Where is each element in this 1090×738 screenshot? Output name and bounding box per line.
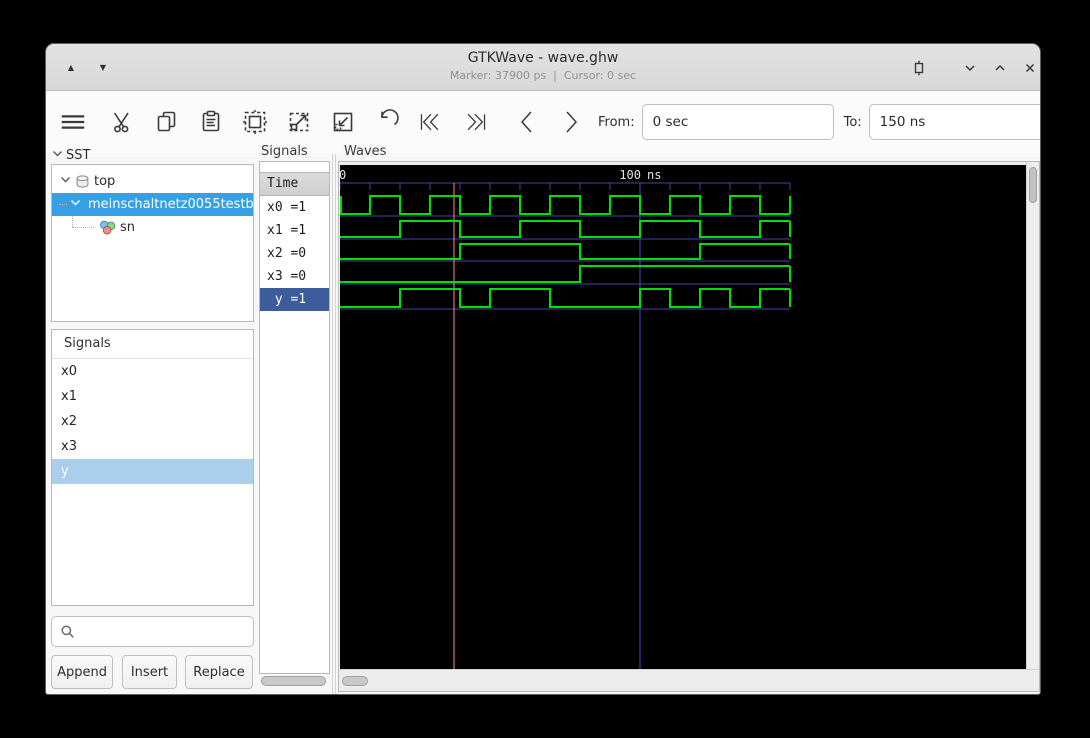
zoom-out-icon (333, 112, 353, 132)
tree-item-label: meinschaltnetz0055testb (88, 197, 253, 212)
titlebar: ▲ ▼ GTKWave - wave.ghw Marker: 37900 ps … (46, 44, 1040, 91)
skip-to-end-button[interactable] (462, 109, 488, 135)
cut-button[interactable] (110, 109, 136, 135)
chevron-up-icon (995, 64, 1005, 71)
chevron-up-button[interactable] (989, 57, 1011, 79)
menu-icon (61, 115, 85, 129)
expander-icon[interactable] (60, 174, 71, 189)
waves-hscrollbar[interactable] (339, 669, 1039, 691)
skip-to-start-button[interactable] (418, 109, 444, 135)
signal-list-item[interactable]: y (52, 459, 253, 484)
window-title: GTKWave - wave.ghw (467, 50, 619, 66)
wave-trace-x1 (340, 220, 790, 238)
zoom-fit-icon (242, 109, 268, 135)
copy-button[interactable] (154, 109, 180, 135)
append-button[interactable]: Append (51, 655, 113, 689)
copy-icon (157, 111, 176, 132)
desktop: { "window": { "title": "GTKWave - wave.g… (0, 0, 1090, 738)
axis-unit-label: ns (647, 168, 661, 182)
pane-splitter[interactable] (335, 154, 336, 694)
signal-value-row[interactable]: x3 =0 (260, 265, 329, 288)
step-right-icon (566, 111, 578, 133)
search-icon (61, 625, 74, 638)
waves-vscrollbar-thumb[interactable] (1029, 167, 1037, 203)
sst-tree: top meinschaltnetz0055testb sn (51, 164, 254, 322)
chevron-down-button[interactable] (959, 57, 981, 79)
signal-value-row[interactable]: y =1 (260, 288, 329, 311)
tree-item-sn[interactable]: sn (52, 216, 253, 239)
chevron-down-icon (965, 65, 975, 72)
values-hscrollbar-thumb[interactable] (261, 676, 326, 686)
cut-icon (113, 112, 129, 133)
marker-cursor-status: Marker: 37900 ps | Cursor: 0 sec (449, 69, 637, 82)
components-icon (100, 220, 116, 235)
tree-item-label: top (94, 174, 116, 189)
fullscreen-button[interactable] (908, 57, 930, 79)
from-label: From: (598, 114, 635, 130)
undo-button[interactable] (374, 109, 400, 135)
time-header[interactable]: Time (260, 172, 329, 196)
waves-panel: 0 100 ns (338, 161, 1040, 692)
axis-major-tick-label: 100 (619, 168, 641, 182)
skip-to-end-icon (467, 113, 486, 131)
tree-guide (59, 204, 67, 205)
step-left-icon (520, 111, 532, 133)
zoom-in-button[interactable] (286, 109, 312, 135)
waves-hscrollbar-thumb[interactable] (342, 676, 368, 686)
values-frame-label: Signals (259, 145, 312, 159)
pane-splitter[interactable] (332, 154, 333, 694)
module-icon (76, 175, 89, 188)
signal-values-panel: Time x0 =1 x1 =1 x2 =0 x3 =0 y =1 (259, 161, 330, 674)
signal-list-item[interactable]: x2 (52, 409, 253, 434)
zoom-out-button[interactable] (330, 109, 356, 135)
step-right-button[interactable] (558, 109, 584, 135)
wave-trace-x3 (340, 265, 790, 283)
signal-list-item[interactable]: x0 (52, 359, 253, 384)
tree-guide (72, 227, 94, 228)
expander-icon[interactable] (70, 197, 81, 212)
close-button[interactable] (1019, 57, 1040, 79)
sst-header-label: SST (66, 148, 91, 163)
fullscreen-icon (914, 60, 924, 76)
replace-button[interactable]: Replace (185, 655, 253, 689)
waves-frame-label: Waves (342, 145, 391, 159)
signal-value-row[interactable]: x2 =0 (260, 242, 329, 265)
signal-list-item[interactable]: x1 (52, 384, 253, 409)
signal-value-row[interactable]: x1 =1 (260, 219, 329, 242)
step-left-button[interactable] (514, 109, 540, 135)
gtkwave-window: ▲ ▼ GTKWave - wave.ghw Marker: 37900 ps … (45, 43, 1041, 695)
wave-trace-x0 (340, 195, 790, 215)
zoom-fit-button[interactable] (242, 109, 268, 135)
tree-item-top[interactable]: top (52, 170, 253, 193)
menu-button[interactable] (60, 109, 86, 135)
axis-origin-label: 0 (340, 168, 346, 182)
wave-trace-x2 (340, 243, 790, 260)
paste-button[interactable] (198, 109, 224, 135)
toolbar: From: To: (46, 91, 1040, 153)
paste-icon (202, 110, 220, 132)
wave-trace-y (340, 288, 790, 308)
signal-list-item[interactable]: x3 (52, 434, 253, 459)
signal-search-box[interactable] (51, 616, 254, 647)
chevron-down-icon (52, 148, 63, 163)
signal-list-header[interactable]: Signals (52, 330, 253, 359)
zoom-in-icon (289, 112, 309, 132)
undo-icon (381, 109, 399, 126)
tree-item-label: sn (120, 220, 136, 235)
sst-expander[interactable]: SST (52, 148, 90, 163)
close-icon (1025, 63, 1035, 73)
signal-search-list: Signals x0 x1 x2 x3 y (51, 329, 254, 606)
insert-button[interactable]: Insert (122, 655, 177, 689)
from-input[interactable] (641, 104, 834, 140)
tree-item-testbench[interactable]: meinschaltnetz0055testb (52, 193, 253, 216)
search-input[interactable] (81, 623, 245, 640)
skip-to-start-icon (420, 113, 439, 131)
signal-value-row[interactable]: x0 =1 (260, 196, 329, 219)
wave-canvas[interactable]: 0 100 ns (340, 165, 1028, 670)
to-label: To: (843, 114, 862, 130)
to-input[interactable] (868, 104, 1040, 140)
tree-guide (72, 216, 73, 227)
waves-vscrollbar[interactable] (1026, 162, 1039, 669)
